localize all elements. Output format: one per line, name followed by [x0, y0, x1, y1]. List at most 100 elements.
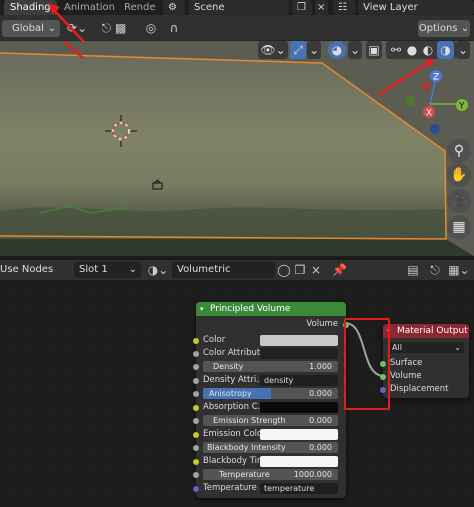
material-name-field[interactable]: Volumetric	[172, 262, 275, 278]
color-attribute-socket[interactable]	[193, 351, 199, 357]
gizmo-toggle[interactable]: ⤢	[290, 41, 306, 59]
color-attribute-field[interactable]	[260, 348, 338, 359]
zoom-icon[interactable]: ⚲	[447, 139, 471, 163]
scene-icon[interactable]: ⚙	[163, 0, 185, 15]
snap-magnet-icon[interactable]: ⎋	[428, 262, 442, 278]
color-attribute-label: Color Attribute	[203, 348, 266, 358]
emission-color-row: Emission Color	[193, 428, 346, 441]
emission-strength-socket[interactable]	[193, 418, 199, 424]
color-swatch[interactable]	[260, 335, 338, 346]
navigation-gizmo[interactable]: Z Y X	[398, 64, 474, 138]
density-attribute-socket[interactable]	[193, 378, 199, 384]
falloff-curve-icon[interactable]: ∩	[162, 20, 186, 37]
temperature-attribute-socket[interactable]	[193, 486, 199, 492]
anisotropy-slider[interactable]: Anisotropy 0.000	[203, 388, 338, 399]
x-axis-label: X	[426, 109, 432, 119]
material-browse-icon[interactable]: ◑⌄	[146, 262, 170, 278]
material-output-node[interactable]: ▾ Material Output All ⌄ Surface Volume D…	[380, 324, 469, 398]
color-input-socket[interactable]	[193, 338, 199, 344]
y-axis-label: Y	[458, 102, 465, 112]
wireframe-shading-button[interactable]: ⚯	[388, 41, 404, 59]
temperature-attribute-field[interactable]: temperature	[260, 483, 338, 494]
anisotropy-row: Anisotropy 0.000	[193, 387, 346, 400]
shading-dropdown[interactable]: ⌄	[456, 41, 470, 59]
rendered-sphere-icon: ◑	[440, 43, 451, 57]
output-volume-label: Volume	[306, 319, 338, 329]
rendered-shading-button[interactable]: ◑	[437, 41, 454, 59]
density-attribute-field[interactable]: density	[260, 375, 338, 386]
density-label: Density	[213, 362, 244, 371]
visibility-dropdown[interactable]: 👁⌄	[258, 41, 288, 59]
blackbody-intensity-socket[interactable]	[193, 445, 199, 451]
slot-label: Slot 1	[79, 264, 108, 275]
emission-strength-row: Emission Strength 0.000	[193, 414, 346, 427]
temperature-socket[interactable]	[193, 472, 199, 478]
temperature-slider[interactable]: Temperature 1000.000	[203, 469, 338, 480]
gizmo-dropdown[interactable]: ⌄	[307, 41, 321, 59]
emission-strength-value: 0.000	[309, 416, 332, 425]
emission-strength-slider[interactable]: Emission Strength 0.000	[203, 415, 338, 426]
eye-icon: 👁	[260, 43, 276, 57]
xray-toggle[interactable]: ▣	[366, 41, 382, 59]
emission-color-label: Emission Color	[203, 429, 266, 439]
proportional-edit-icon[interactable]: ◎	[142, 20, 160, 37]
view-layer-field[interactable]: View Layer	[358, 0, 474, 15]
scene-field[interactable]: Scene	[189, 0, 289, 15]
blackbody-tint-swatch[interactable]	[260, 456, 338, 467]
slot-dropdown[interactable]: Slot 1 ⌄	[74, 262, 141, 278]
absorption-color-socket[interactable]	[193, 405, 199, 411]
perspective-grid-icon[interactable]: ▦	[447, 215, 471, 239]
blackbody-intensity-label: Blackbody Intensity	[207, 443, 286, 452]
blackbody-intensity-slider[interactable]: Blackbody Intensity 0.000	[203, 442, 338, 453]
snap-icon[interactable]: ⎋ ▩	[92, 20, 136, 37]
material-sphere-icon: ◐	[422, 43, 434, 57]
material-name: Volumetric	[177, 264, 231, 275]
absorption-color-label: Absorption C...	[203, 402, 266, 412]
principled-volume-title: Principled Volume	[210, 304, 291, 314]
solid-shading-button[interactable]: ●	[404, 41, 420, 59]
density-attribute-label: Density Attri...	[203, 375, 265, 385]
use-nodes-label: Use Nodes	[0, 264, 54, 275]
duplicate-material-icon[interactable]: ❐	[293, 262, 307, 278]
pan-hand-icon[interactable]: ✋	[447, 163, 471, 187]
principled-volume-header[interactable]: ▾ Principled Volume	[196, 302, 346, 316]
temperature-attribute-label: Temperature ...	[203, 483, 268, 493]
blackbody-tint-row: Blackbody Tin	[193, 455, 346, 468]
pin-icon[interactable]: 📌	[332, 262, 347, 278]
density-slider[interactable]: Density 1.000	[203, 361, 338, 372]
color-attribute-row: Color Attribute	[193, 347, 346, 360]
unlink-material-icon[interactable]: ×	[309, 262, 323, 278]
emission-color-socket[interactable]	[193, 432, 199, 438]
material-preview-button[interactable]: ◐	[420, 41, 436, 59]
density-socket[interactable]	[193, 364, 199, 370]
options-dropdown[interactable]: Options ⌄	[418, 20, 470, 37]
fake-user-shield-icon[interactable]: ◯	[277, 262, 291, 278]
scene-copy-icon[interactable]: ❐	[292, 0, 312, 15]
anisotropy-value: 0.000	[309, 389, 332, 398]
view-layer-label: View Layer	[363, 2, 418, 13]
image-backdrop-icon[interactable]: ▤	[406, 262, 420, 278]
target-row: All ⌄	[383, 341, 469, 354]
snap-grid-icon[interactable]: ▦⌄	[446, 262, 472, 278]
scene-close-icon[interactable]: ×	[315, 0, 328, 15]
tab-rendering[interactable]: Rende	[118, 0, 162, 15]
principled-volume-node[interactable]: ▾ Principled Volume Volume Color Color A…	[193, 302, 349, 498]
use-nodes-checkbox[interactable]: Use Nodes	[0, 262, 72, 278]
overlays-dropdown[interactable]: ⌄	[348, 41, 362, 59]
anisotropy-socket[interactable]	[193, 391, 199, 397]
xray-icon: ▣	[368, 43, 380, 57]
volume-input-row: Volume	[380, 370, 469, 383]
blackbody-tint-socket[interactable]	[193, 459, 199, 465]
camera-view-icon[interactable]: 🎥	[447, 189, 471, 213]
absorption-color-row: Absorption C...	[193, 401, 346, 414]
wireframe-sphere-icon: ⚯	[390, 43, 402, 57]
material-output-header[interactable]: ▾ Material Output	[383, 324, 469, 338]
absorption-color-swatch[interactable]	[260, 402, 338, 413]
temperature-value: 1000.000	[293, 470, 332, 479]
view-layer-icon[interactable]: ☷	[333, 0, 355, 15]
overlays-toggle[interactable]: ◕	[328, 41, 346, 59]
temperature-row: Temperature 1000.000	[193, 468, 346, 481]
target-dropdown[interactable]: All ⌄	[388, 342, 464, 353]
z-axis-label: Z	[433, 73, 439, 83]
emission-color-swatch[interactable]	[260, 429, 338, 440]
